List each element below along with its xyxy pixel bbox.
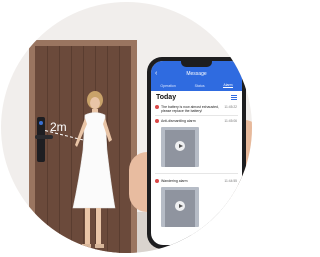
tab-status[interactable]: Status (195, 84, 205, 88)
alert-item-battery[interactable]: The battery is now almost exhausted, ple… (155, 105, 238, 113)
woman-figure-icon (72, 91, 116, 248)
radar-sensor-icon (39, 121, 43, 125)
alert-dot-icon (155, 105, 159, 109)
filter-icon[interactable] (231, 95, 237, 100)
tab-alarm[interactable]: Alarm (223, 83, 233, 88)
smartphone: ‹ Message Operation Status Alarm Today T… (147, 57, 246, 249)
alert-title: The battery is now almost exhausted, ple… (161, 105, 219, 113)
phone-screen: ‹ Message Operation Status Alarm Today T… (151, 61, 242, 245)
circular-photo-frame: 2m ‹ Message Operation Status Alarm Toda… (1, 2, 252, 253)
phone-notch (181, 61, 212, 67)
product-image: 2m ‹ Message Operation Status Alarm Toda… (0, 0, 253, 257)
alert-item-anti-dismantling[interactable]: Anti-dismantling alarm 11:45:06 (155, 119, 238, 171)
section-heading: Today (156, 94, 177, 101)
play-icon[interactable] (175, 201, 185, 211)
alert-title: Anti-dismantling alarm (161, 119, 196, 123)
door-handle-icon (35, 135, 53, 139)
alert-item-wandering[interactable]: Wandering alarm 11:44:55 (155, 179, 238, 235)
play-icon[interactable] (175, 141, 185, 151)
video-thumbnail[interactable] (161, 127, 199, 167)
video-thumbnail[interactable] (161, 187, 199, 227)
divider (155, 173, 238, 174)
smart-lock-icon (35, 117, 53, 162)
alert-dot-icon (155, 119, 159, 123)
page-title: Message (186, 71, 207, 77)
tab-bar: Operation Status Alarm (151, 81, 242, 90)
divider (155, 115, 238, 116)
alert-time: 11:44:55 (224, 179, 237, 183)
alert-dot-icon (155, 179, 159, 183)
alert-time: 11:45:22 (224, 105, 237, 109)
alert-time: 11:45:06 (224, 119, 237, 123)
app-header: ‹ Message Operation Status Alarm (151, 61, 242, 91)
alert-title: Wandering alarm (161, 179, 188, 183)
tab-operation[interactable]: Operation (160, 84, 175, 88)
